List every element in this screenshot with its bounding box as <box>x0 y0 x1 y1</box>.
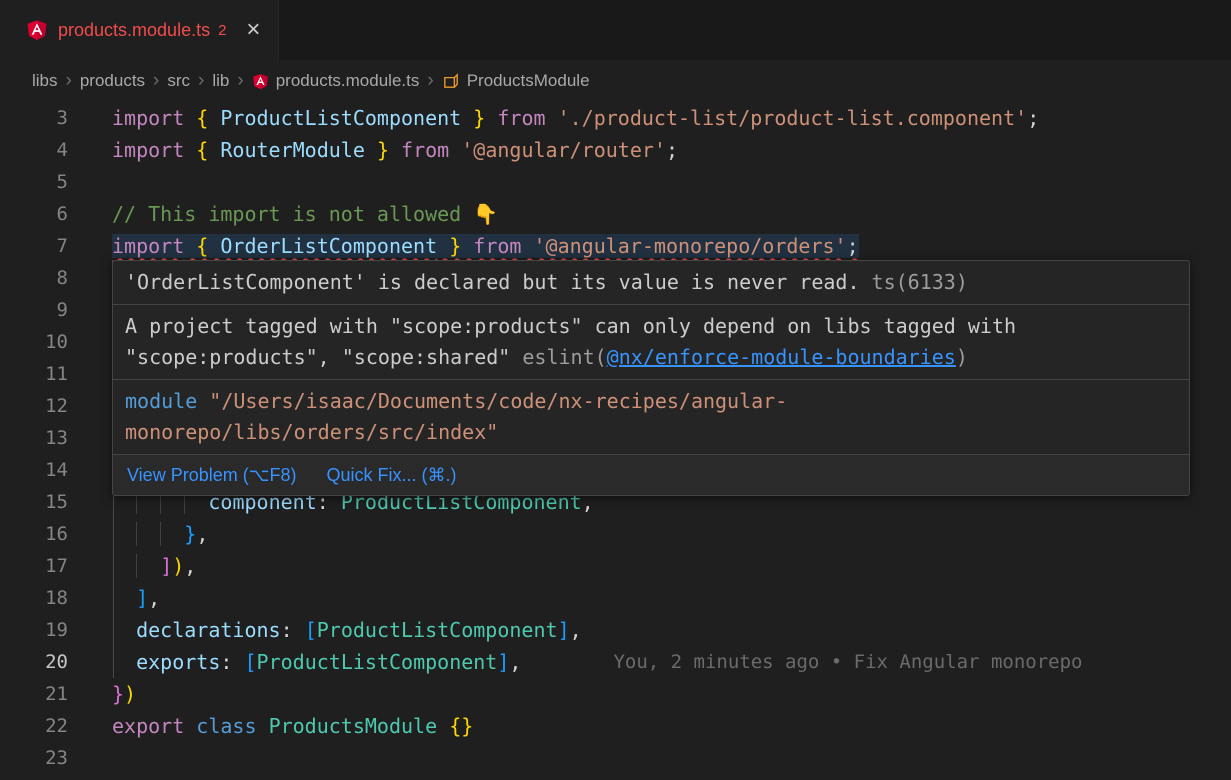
line-number: 6 <box>0 203 68 225</box>
code-line-18[interactable]: 18 ], <box>0 582 1231 614</box>
eslint-rule-link[interactable]: @nx/enforce-module-boundaries <box>607 345 956 369</box>
angular-icon <box>252 73 269 90</box>
eslint-diagnostic: A project tagged with "scope:products" c… <box>113 305 1189 380</box>
breadcrumb: libs › products › src › lib › products.m… <box>0 60 1231 102</box>
chevron-right-icon: › <box>198 70 204 92</box>
tab-problems-badge: 2 <box>218 22 226 39</box>
line-number: 23 <box>0 747 68 769</box>
code-line-22[interactable]: 22 export class ProductsModule {} <box>0 710 1231 742</box>
code-text: }, <box>112 522 208 546</box>
breadcrumb-item-symbol[interactable]: ProductsModule <box>442 71 590 91</box>
line-number: 8 <box>0 267 68 289</box>
module-resolution: module "/Users/isaac/Documents/code/nx-r… <box>113 380 1189 455</box>
code-text: // This import is not allowed 👇 <box>112 202 498 226</box>
hover-actions: View Problem (⌥F8) Quick Fix... (⌘.) <box>113 455 1189 495</box>
line-number: 19 <box>0 619 68 641</box>
eslint-message-line1: A project tagged with "scope:products" c… <box>125 314 1016 338</box>
line-number: 20 <box>0 651 68 673</box>
chevron-right-icon: › <box>153 70 159 92</box>
code-line-19[interactable]: 19 declarations: [ProductListComponent], <box>0 614 1231 646</box>
code-line-16[interactable]: 16 }, <box>0 518 1231 550</box>
code-text: declarations: [ProductListComponent], <box>112 618 582 642</box>
breadcrumb-item-file[interactable]: products.module.ts <box>252 71 420 91</box>
ts-diagnostic: 'OrderListComponent' is declared but its… <box>113 261 1189 305</box>
code-line-5[interactable]: 5 <box>0 166 1231 198</box>
code-text: export class ProductsModule {} <box>112 714 473 738</box>
code-text: import { ProductListComponent } from './… <box>112 106 1039 130</box>
breadcrumb-item-libs[interactable]: libs <box>32 71 58 91</box>
breadcrumb-item-src[interactable]: src <box>167 71 190 91</box>
code-line-3[interactable]: 3 import { ProductListComponent } from '.… <box>0 102 1231 134</box>
breadcrumb-item-products[interactable]: products <box>80 71 145 91</box>
quick-fix-link[interactable]: Quick Fix... (⌘.) <box>326 462 456 488</box>
view-problem-link[interactable]: View Problem (⌥F8) <box>127 462 296 488</box>
line-number: 16 <box>0 523 68 545</box>
tab-bar: products.module.ts 2 × <box>0 0 1231 60</box>
ts-diagnostic-code: ts(6133) <box>860 270 968 294</box>
code-text: ]), <box>112 554 196 578</box>
code-line-21[interactable]: 21}) <box>0 678 1231 710</box>
line-number: 22 <box>0 715 68 737</box>
code-editor[interactable]: 3 import { ProductListComponent } from '.… <box>0 102 1231 780</box>
tab-products-module-ts[interactable]: products.module.ts 2 × <box>0 0 279 60</box>
module-keyword: module <box>125 389 209 413</box>
line-number: 15 <box>0 491 68 513</box>
breadcrumb-item-lib[interactable]: lib <box>212 71 229 91</box>
tab-title: products.module.ts <box>58 20 210 41</box>
line-number: 3 <box>0 107 68 129</box>
code-text: exports: [ProductListComponent], <box>112 650 521 674</box>
line-number: 13 <box>0 427 68 449</box>
line-number: 5 <box>0 171 68 193</box>
line-number: 4 <box>0 139 68 161</box>
code-text-error: import { OrderListComponent } from '@ang… <box>112 234 859 258</box>
breadcrumb-symbol-label: ProductsModule <box>467 71 590 91</box>
line-number: 11 <box>0 363 68 385</box>
eslint-source-close: ) <box>956 345 968 369</box>
line-number: 12 <box>0 395 68 417</box>
chevron-right-icon: › <box>66 70 72 92</box>
code-line-23[interactable]: 23 <box>0 742 1231 774</box>
line-number: 17 <box>0 555 68 577</box>
line-number: 21 <box>0 683 68 705</box>
code-line-7[interactable]: 7 import { OrderListComponent } from '@an… <box>0 230 1231 262</box>
chevron-right-icon: › <box>427 70 433 92</box>
breadcrumb-file-label: products.module.ts <box>276 71 420 91</box>
code-line-17[interactable]: 17 ]), <box>0 550 1231 582</box>
ts-diagnostic-message: 'OrderListComponent' is declared but its… <box>125 270 860 294</box>
line-number: 10 <box>0 331 68 353</box>
git-blame-annotation: You, 2 minutes ago • Fix Angular monorep… <box>613 651 1082 673</box>
eslint-message-line2: "scope:products", "scope:shared" <box>125 345 522 369</box>
code-line-20[interactable]: 20 exports: [ProductListComponent], You, … <box>0 646 1231 678</box>
eslint-source-open: eslint( <box>522 345 606 369</box>
code-line-6[interactable]: 6 // This import is not allowed 👇 <box>0 198 1231 230</box>
code-line-4[interactable]: 4 import { RouterModule } from '@angular/… <box>0 134 1231 166</box>
close-icon[interactable]: × <box>246 18 260 42</box>
bracket-pair-guide <box>113 496 114 678</box>
code-text: import { RouterModule } from '@angular/r… <box>112 138 678 162</box>
module-path-line1: "/Users/isaac/Documents/code/nx-recipes/… <box>209 389 787 413</box>
module-path-line2: monorepo/libs/orders/src/index" <box>125 420 498 444</box>
chevron-right-icon: › <box>237 70 243 92</box>
line-number: 7 <box>0 235 68 257</box>
hover-popup: 'OrderListComponent' is declared but its… <box>112 260 1190 496</box>
line-number: 9 <box>0 299 68 321</box>
code-text: ], <box>112 586 160 610</box>
line-number: 18 <box>0 587 68 609</box>
angular-icon <box>26 19 48 41</box>
code-text: }) <box>112 682 136 706</box>
line-number: 14 <box>0 459 68 481</box>
class-symbol-icon <box>442 72 460 90</box>
